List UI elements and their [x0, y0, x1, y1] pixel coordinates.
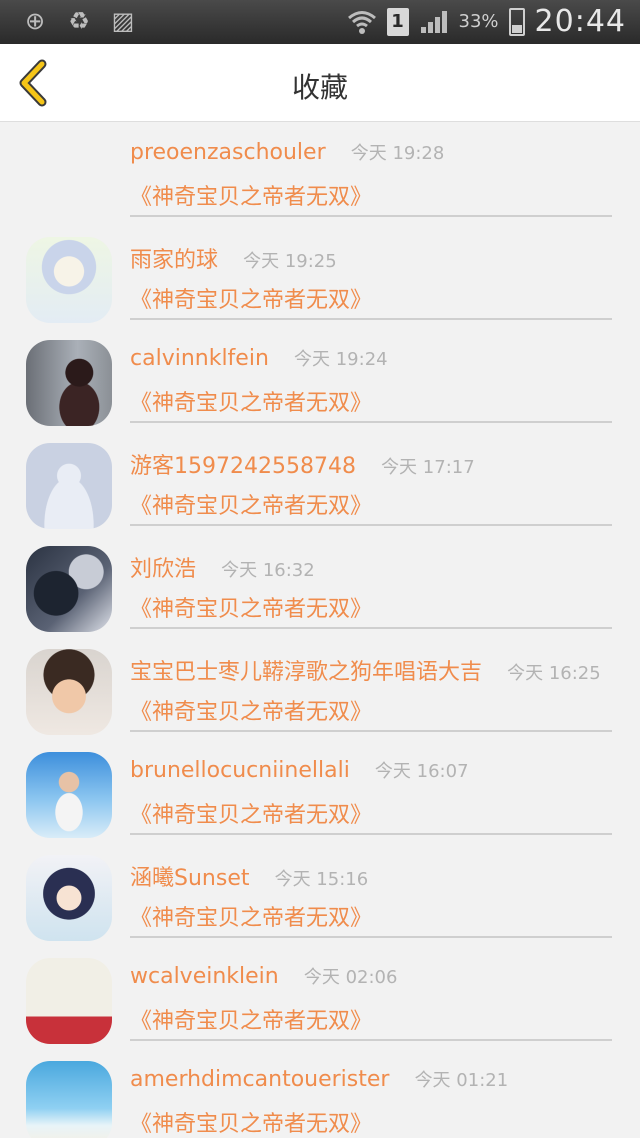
avatar[interactable] — [26, 958, 112, 1044]
item-username[interactable]: 宝宝巴士枣儿鞯淳歌之狗年唱语大吉 — [130, 660, 482, 685]
list-item[interactable]: calvinnklfein 今天 19:24 《神奇宝贝之帝者无双》 — [0, 329, 640, 432]
page-title: 收藏 — [291, 71, 348, 104]
item-time: 今天 16:32 — [221, 560, 315, 581]
item-time: 今天 15:16 — [274, 869, 369, 890]
divider — [130, 215, 612, 217]
add-circle-icon: ⊕ — [24, 7, 46, 35]
avatar[interactable] — [26, 546, 112, 632]
item-username[interactable]: 涵曦Sunset — [130, 866, 249, 891]
item-title[interactable]: 《神奇宝贝之帝者无双》 — [130, 797, 372, 829]
item-time: 今天 19:25 — [243, 251, 337, 272]
avatar[interactable] — [26, 649, 112, 735]
avatar[interactable] — [26, 443, 112, 529]
item-title[interactable]: 《神奇宝贝之帝者无双》 — [130, 1106, 372, 1138]
divider — [130, 318, 612, 320]
item-time: 今天 16:25 — [507, 663, 601, 684]
list-item[interactable]: 雨家的球 今天 19:25 《神奇宝贝之帝者无双》 — [0, 226, 640, 329]
item-username[interactable]: calvinnklfein — [130, 346, 269, 371]
battery-percent: 33% — [458, 11, 499, 32]
signal-icon — [419, 9, 449, 35]
battery-saver-icon: ♻ — [68, 7, 90, 35]
item-title[interactable]: 《神奇宝贝之帝者无双》 — [130, 1003, 372, 1035]
divider — [130, 833, 612, 835]
sim-icon: 1 — [386, 7, 409, 36]
list-item[interactable]: brunellocucniinellali 今天 16:07 《神奇宝贝之帝者无… — [0, 741, 640, 844]
divider — [130, 627, 612, 629]
item-title[interactable]: 《神奇宝贝之帝者无双》 — [130, 282, 372, 314]
item-username[interactable]: 雨家的球 — [130, 248, 218, 273]
divider — [130, 421, 612, 423]
item-time: 今天 02:06 — [303, 967, 398, 988]
image-icon: ▨ — [111, 7, 135, 35]
item-title[interactable]: 《神奇宝贝之帝者无双》 — [130, 385, 372, 417]
item-time: 今天 01:21 — [414, 1070, 509, 1091]
item-username[interactable]: amerhdimcantouerister — [130, 1067, 389, 1092]
item-username[interactable]: 游客1597242558748 — [130, 454, 356, 479]
item-title[interactable]: 《神奇宝贝之帝者无双》 — [130, 591, 372, 623]
favorites-list: preoenzaschouler 今天 19:28 《神奇宝贝之帝者无双》 雨家… — [0, 123, 640, 1138]
list-item[interactable]: 宝宝巴士枣儿鞯淳歌之狗年唱语大吉 今天 16:25 《神奇宝贝之帝者无双》 — [0, 638, 640, 741]
item-time: 今天 17:17 — [381, 457, 475, 478]
item-title[interactable]: 《神奇宝贝之帝者无双》 — [130, 900, 372, 932]
notification-icons: ⊕ ♻ ▨ — [20, 6, 138, 36]
avatar[interactable] — [26, 752, 112, 838]
item-username[interactable]: preoenzaschouler — [130, 140, 326, 165]
divider — [130, 730, 612, 732]
avatar[interactable] — [26, 855, 112, 941]
list-item[interactable]: preoenzaschouler 今天 19:28 《神奇宝贝之帝者无双》 — [0, 123, 640, 226]
item-time: 今天 16:07 — [374, 761, 469, 782]
item-title[interactable]: 《神奇宝贝之帝者无双》 — [130, 488, 372, 520]
list-item[interactable]: 刘欣浩 今天 16:32 《神奇宝贝之帝者无双》 — [0, 535, 640, 638]
list-item[interactable]: wcalveinklein 今天 02:06 《神奇宝贝之帝者无双》 — [0, 947, 640, 1050]
item-username[interactable]: brunellocucniinellali — [130, 758, 350, 783]
item-username[interactable]: 刘欣浩 — [130, 557, 196, 582]
system-icons: 1 33% 20:44 — [347, 4, 626, 39]
divider — [130, 524, 612, 526]
header: 收藏 — [0, 44, 640, 122]
avatar[interactable] — [26, 237, 112, 323]
status-bar: ⊕ ♻ ▨ 1 33% 20:44 — [0, 0, 640, 44]
divider — [130, 936, 612, 938]
battery-icon — [508, 7, 525, 36]
status-clock: 20:44 — [534, 4, 626, 39]
list-item[interactable]: amerhdimcantouerister 今天 01:21 《神奇宝贝之帝者无… — [0, 1050, 640, 1138]
list-item[interactable]: 游客1597242558748 今天 17:17 《神奇宝贝之帝者无双》 — [0, 432, 640, 535]
wifi-icon — [347, 10, 376, 34]
item-username[interactable]: wcalveinklein — [130, 964, 279, 989]
divider — [130, 1039, 612, 1041]
avatar[interactable] — [26, 340, 112, 426]
item-title[interactable]: 《神奇宝贝之帝者无双》 — [130, 694, 372, 726]
list-item[interactable]: 涵曦Sunset 今天 15:16 《神奇宝贝之帝者无双》 — [0, 844, 640, 947]
item-title[interactable]: 《神奇宝贝之帝者无双》 — [130, 179, 372, 211]
avatar[interactable] — [26, 1061, 112, 1138]
item-time: 今天 19:24 — [294, 349, 388, 370]
item-time: 今天 19:28 — [350, 143, 445, 164]
